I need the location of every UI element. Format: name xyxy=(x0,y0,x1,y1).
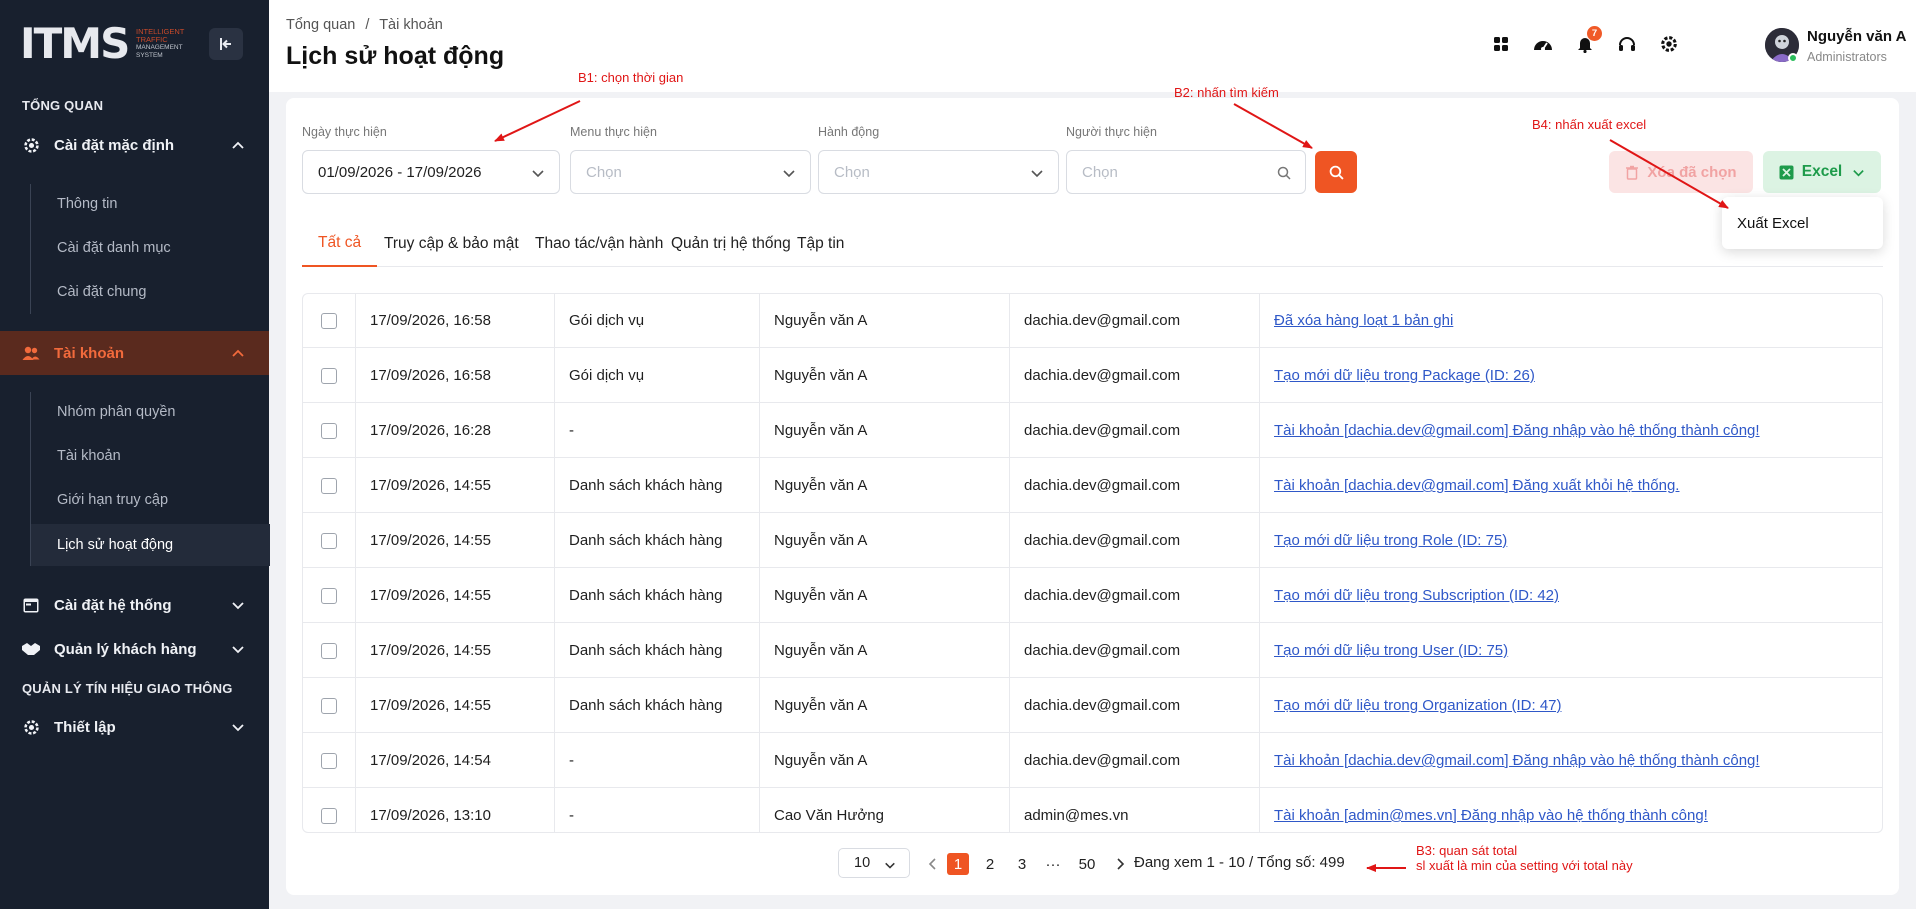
arrow-b4 xyxy=(1609,139,1729,209)
arrow-b2 xyxy=(1233,103,1313,149)
annotation-arrows xyxy=(494,100,1729,872)
arrow-b1 xyxy=(494,100,581,142)
